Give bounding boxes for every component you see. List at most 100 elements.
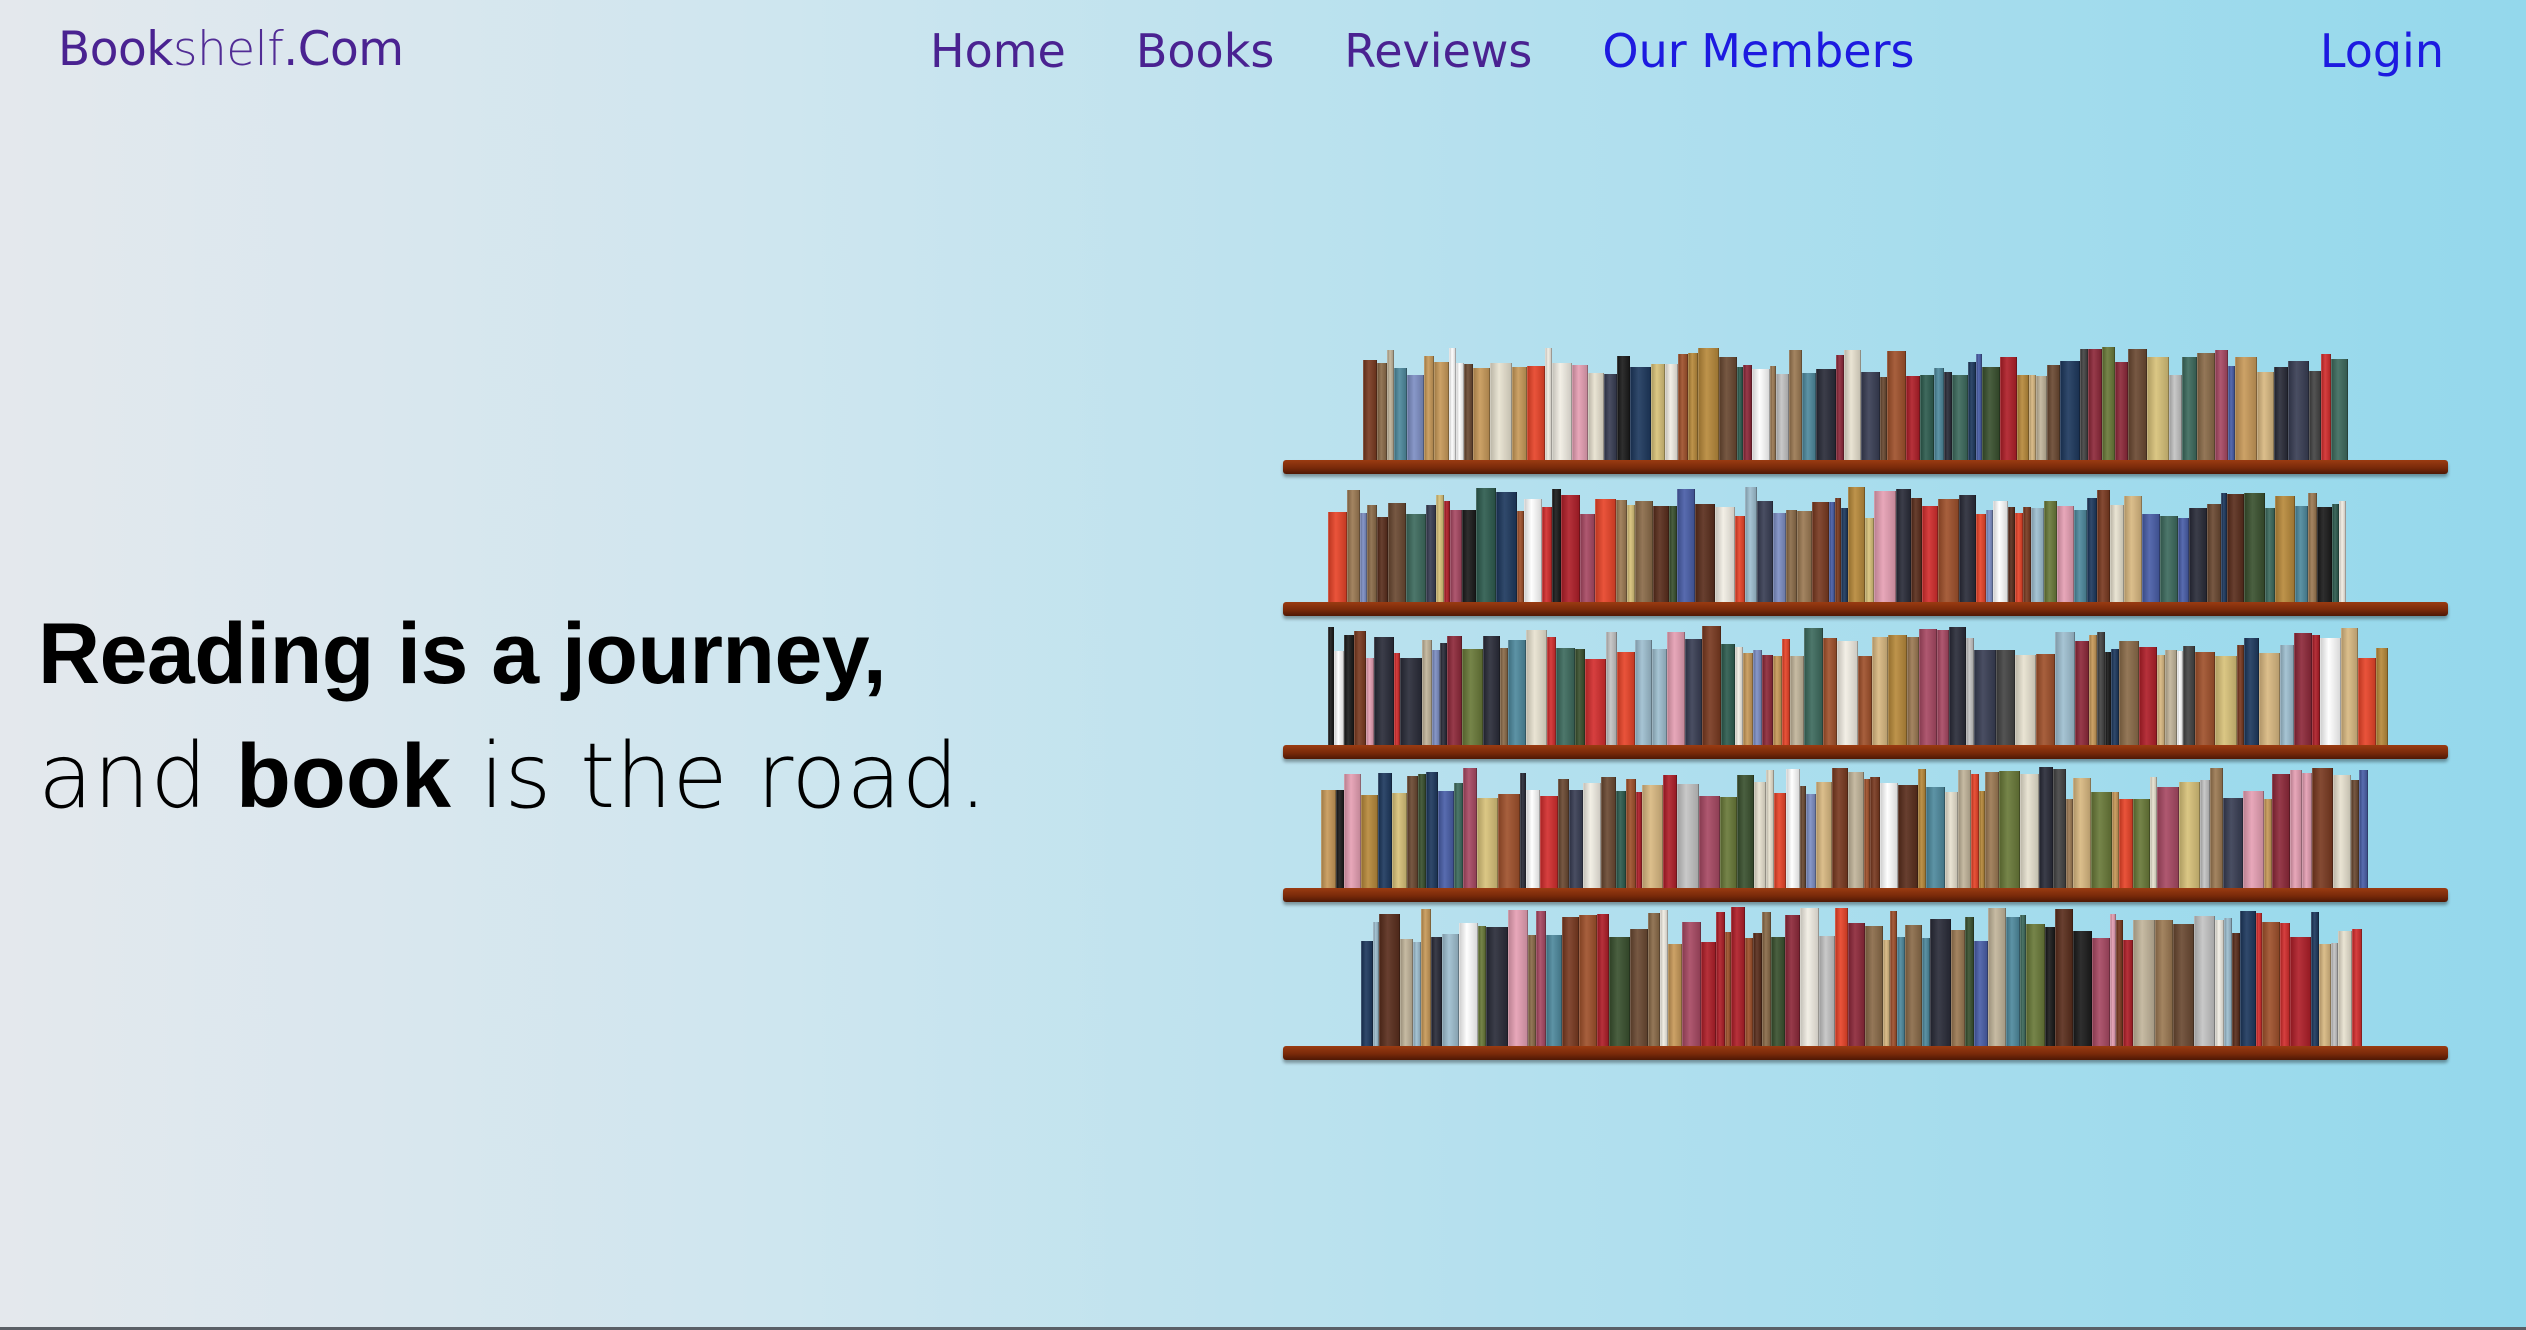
- shelf-plank: [1283, 602, 2448, 616]
- book-spine: [1556, 648, 1575, 745]
- book-spine: [1366, 658, 1374, 745]
- book-spine: [2194, 916, 2215, 1046]
- book-spine: [1562, 917, 1579, 1046]
- book-spine: [1976, 514, 1986, 602]
- book-spine: [2182, 357, 2197, 460]
- book-spine: [1478, 926, 1486, 1046]
- book-spine: [1905, 925, 1922, 1046]
- book-spine: [2097, 490, 2110, 602]
- book-spine: [2119, 641, 2139, 745]
- book-spine: [2294, 633, 2312, 745]
- hero-book-word: book: [235, 727, 451, 827]
- book-spine: [1379, 914, 1400, 1046]
- book-spine: [2102, 347, 2115, 460]
- book-spine: [2259, 653, 2280, 745]
- book-spine: [1400, 939, 1413, 1046]
- book-spine: [1835, 908, 1848, 1046]
- book-spine: [2339, 501, 2346, 602]
- book-spine: [1823, 638, 1837, 745]
- book-spine: [1848, 772, 1864, 888]
- book-spine: [2055, 909, 2073, 1046]
- book-spine: [2155, 920, 2173, 1046]
- book-spine: [1434, 362, 1449, 460]
- login-link[interactable]: Login: [2320, 24, 2444, 78]
- book-spine: [2036, 654, 2055, 745]
- book-spine: [1757, 501, 1773, 602]
- book-spine: [2224, 918, 2232, 1046]
- book-spine: [1888, 635, 1907, 745]
- book-spine: [2197, 353, 2215, 460]
- book-spine: [2215, 656, 2237, 745]
- book-spine: [1490, 363, 1512, 460]
- book-spine: [2232, 933, 2240, 1046]
- book-spine: [1896, 489, 1911, 602]
- book-spine: [1354, 631, 1366, 745]
- book-spine: [1993, 501, 2008, 602]
- book-spine: [2133, 920, 2155, 1046]
- book-spine: [1642, 785, 1663, 888]
- nav-link-our-members[interactable]: Our Members: [1602, 24, 1914, 78]
- book-spine: [1360, 513, 1367, 602]
- book-spine: [2265, 508, 2275, 602]
- shelf-plank: [1283, 745, 2448, 759]
- book-spine: [1406, 514, 1426, 602]
- book-spine: [1450, 510, 1462, 602]
- book-spine: [1880, 377, 1887, 460]
- book-spine: [1669, 506, 1677, 602]
- book-spine: [1865, 926, 1883, 1046]
- book-spine: [2290, 770, 2302, 888]
- book-spine: [2036, 376, 2047, 460]
- book-spine: [2000, 357, 2017, 460]
- book-spine: [1500, 648, 1508, 745]
- book-spine: [1463, 768, 1477, 888]
- book-spine: [2272, 774, 2290, 888]
- book-spine: [1627, 505, 1635, 602]
- book-spine: [2150, 777, 2157, 888]
- book-spine: [1677, 489, 1695, 602]
- book-spine: [1508, 910, 1528, 1046]
- book-spine: [1442, 934, 1459, 1046]
- book-spine: [1844, 350, 1861, 460]
- book-spine: [2017, 375, 2029, 460]
- book-spine: [1483, 636, 1500, 745]
- book-spine: [1616, 500, 1627, 602]
- site-logo[interactable]: Bookshelf.Com: [58, 22, 404, 77]
- book-spine: [2280, 645, 2294, 745]
- book-spine: [2288, 361, 2309, 460]
- book-spine: [1361, 795, 1378, 888]
- book-spine: [1374, 637, 1394, 745]
- book-spine: [2112, 792, 2119, 888]
- book-spine: [2290, 937, 2311, 1046]
- book-spine: [1716, 912, 1725, 1046]
- book-spine: [2015, 513, 2023, 602]
- book-spine: [1498, 794, 1520, 888]
- book-spine: [1890, 911, 1897, 1046]
- book-spine: [1985, 772, 1999, 888]
- book-spine: [2073, 778, 2091, 888]
- book-spine: [2341, 628, 2358, 745]
- book-spine: [1688, 353, 1698, 460]
- book-spine: [1753, 933, 1762, 1046]
- book-spine: [1363, 360, 1377, 460]
- book-spine: [1547, 637, 1556, 745]
- bookshelf-illustration: [1283, 340, 2448, 1070]
- book-spine: [1454, 783, 1463, 888]
- book-spine: [2243, 791, 2264, 888]
- book-spine: [1698, 348, 1719, 460]
- book-spine: [1695, 504, 1715, 602]
- book-spine: [1597, 914, 1609, 1046]
- book-spine: [1413, 942, 1421, 1046]
- logo-com: .Com: [283, 22, 404, 77]
- book-spine: [2358, 658, 2376, 745]
- book-spine: [1652, 649, 1667, 745]
- book-spine: [1743, 365, 1752, 460]
- book-spine: [1836, 355, 1844, 460]
- book-spine: [2228, 366, 2235, 460]
- book-spine: [2317, 507, 2332, 602]
- nav-link-reviews[interactable]: Reviews: [1344, 24, 1532, 78]
- book-spine: [1449, 348, 1456, 460]
- nav-link-books[interactable]: Books: [1136, 24, 1274, 78]
- book-spine: [1407, 776, 1418, 888]
- book-spine: [1609, 937, 1630, 1046]
- nav-link-home[interactable]: Home: [930, 24, 1066, 78]
